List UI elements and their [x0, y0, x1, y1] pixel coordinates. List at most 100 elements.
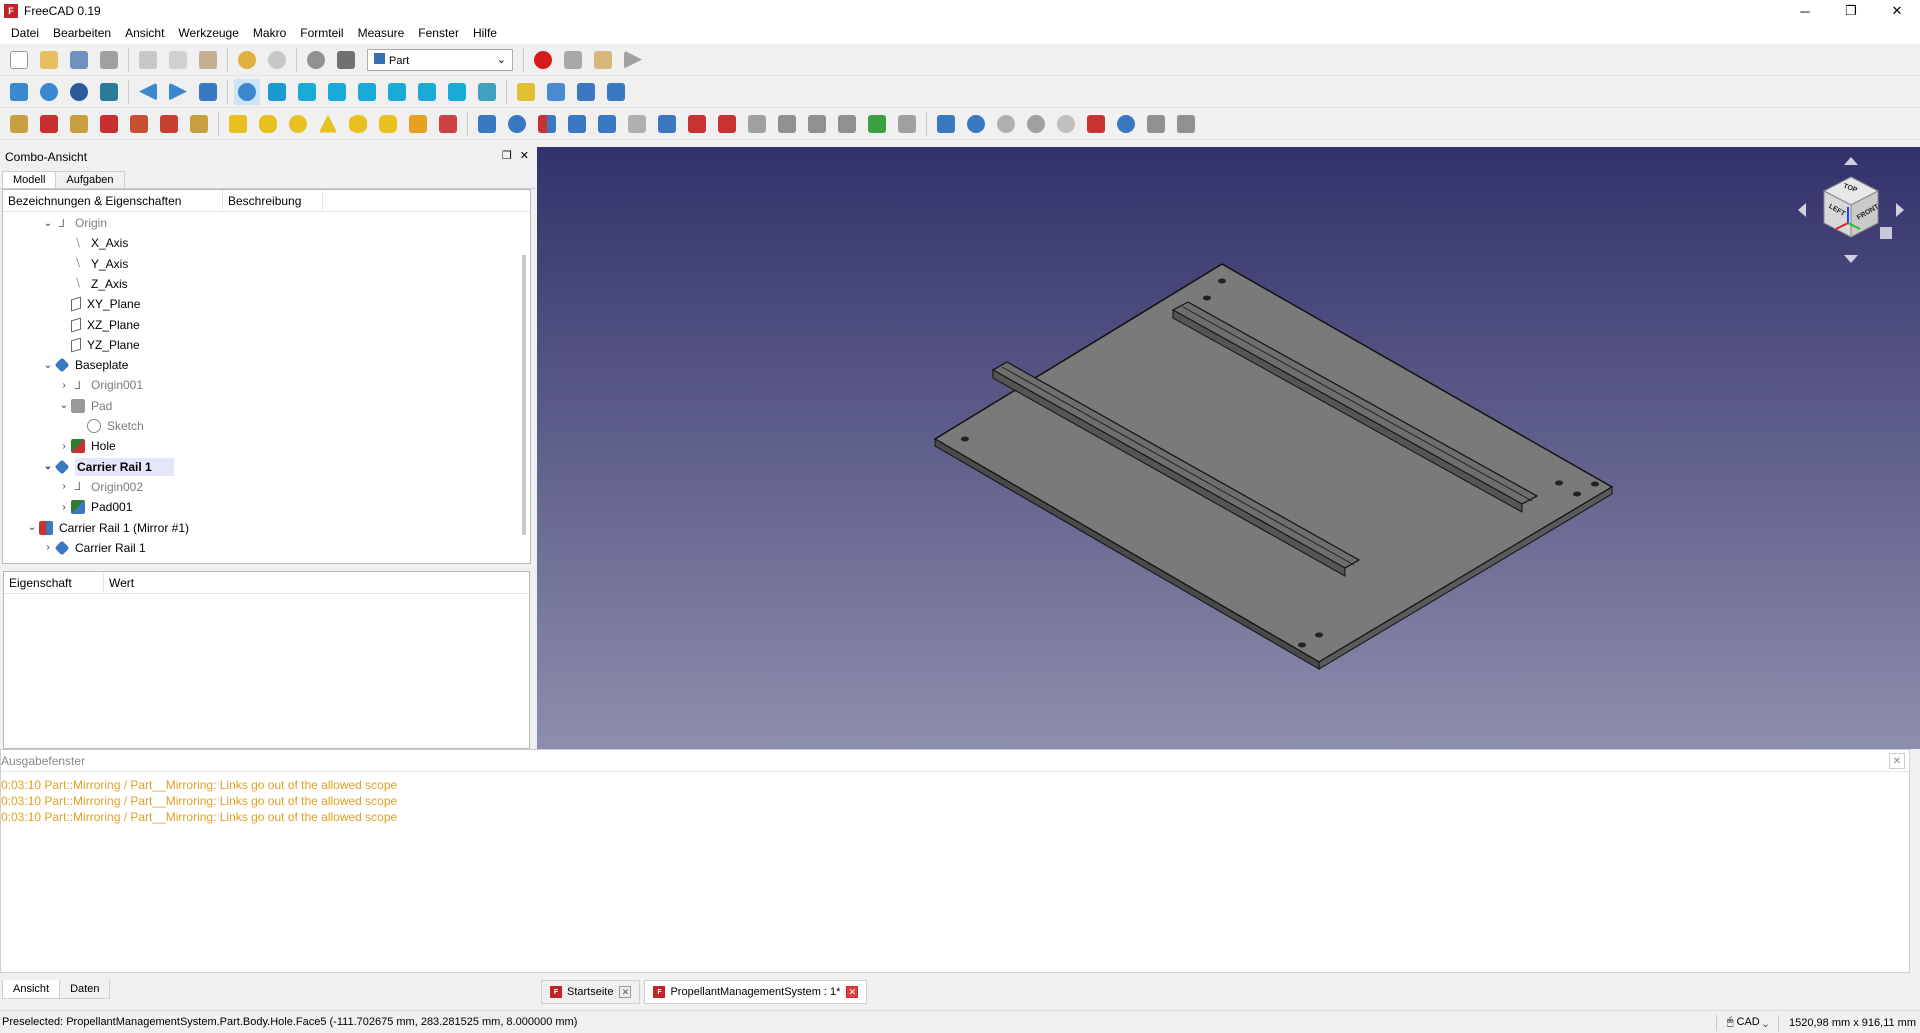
fit-all-icon[interactable]	[6, 79, 32, 105]
tree-item[interactable]: › ⅃ Origin002	[57, 477, 143, 497]
collapsed-arrow-icon[interactable]: ›	[41, 542, 55, 553]
close-panel-icon[interactable]: ✕	[520, 149, 529, 162]
3d-viewport[interactable]: TOP LEFT FRONT	[537, 147, 1920, 749]
chamfer-icon[interactable]	[594, 111, 620, 137]
tube-icon[interactable]	[375, 111, 401, 137]
draw-style-icon[interactable]	[66, 79, 92, 105]
projection-icon[interactable]	[864, 111, 890, 137]
tree-item[interactable]: XZ_Plane	[57, 315, 140, 335]
workbench-selector[interactable]: Part ⌄	[367, 48, 513, 71]
tree-item[interactable]: ⧹ Z_Axis	[57, 274, 128, 294]
tree-item[interactable]: ⌄ Pad	[57, 396, 112, 416]
cylinder-icon[interactable]	[255, 111, 281, 137]
tree-item[interactable]: YZ_Plane	[57, 335, 140, 355]
forward-arrow-icon[interactable]	[165, 79, 191, 105]
expanded-arrow-icon[interactable]: ⌄	[41, 461, 55, 472]
make-face-icon[interactable]	[624, 111, 650, 137]
menu-datei[interactable]: Datei	[4, 22, 46, 44]
run-macro-icon[interactable]	[620, 47, 646, 73]
tree-item[interactable]: ⧹ Y_Axis	[57, 254, 128, 274]
check-geometry-icon[interactable]	[1143, 111, 1169, 137]
toggle-delta-icon[interactable]	[186, 111, 212, 137]
whats-this-icon[interactable]	[333, 47, 359, 73]
refresh-icon[interactable]	[303, 47, 329, 73]
right-view-icon[interactable]	[354, 79, 380, 105]
doc-tab-propellant[interactable]: F PropellantManagementSystem : 1* ✕	[644, 980, 868, 1004]
collapsed-arrow-icon[interactable]: ›	[57, 502, 71, 513]
top-view-icon[interactable]	[324, 79, 350, 105]
tab-modell[interactable]: Modell	[2, 171, 57, 188]
tree-item[interactable]: › ⅃ Origin001	[57, 375, 143, 395]
boolean-icon[interactable]	[963, 111, 989, 137]
refine-icon[interactable]	[894, 111, 920, 137]
clear-all-icon[interactable]	[96, 111, 122, 137]
close-output-icon[interactable]: ✕	[1889, 753, 1905, 769]
undo-icon[interactable]	[234, 47, 260, 73]
expanded-arrow-icon[interactable]: ⌄	[41, 360, 55, 371]
measure-linear-icon[interactable]	[6, 111, 32, 137]
measure-angular-icon[interactable]	[36, 111, 62, 137]
box-icon[interactable]	[225, 111, 251, 137]
close-button[interactable]: ✕	[1874, 0, 1920, 22]
measure-refresh-icon[interactable]	[66, 111, 92, 137]
menu-measure[interactable]: Measure	[351, 22, 412, 44]
primitives-icon[interactable]	[405, 111, 431, 137]
join-features-icon[interactable]	[1083, 111, 1109, 137]
tree-item[interactable]: ⧹ X_Axis	[57, 233, 128, 253]
ruled-surface-icon[interactable]	[654, 111, 680, 137]
menu-werkzeuge[interactable]: Werkzeuge	[171, 22, 245, 44]
tab-daten[interactable]: Daten	[59, 980, 111, 999]
menu-ansicht[interactable]: Ansicht	[118, 22, 171, 44]
tab-ansicht[interactable]: Ansicht	[2, 980, 61, 999]
extrude-icon[interactable]	[474, 111, 500, 137]
create-group-icon[interactable]	[543, 79, 569, 105]
menu-makro[interactable]: Makro	[246, 22, 293, 44]
tree-item[interactable]: ⌄ Baseplate	[41, 355, 128, 375]
bottom-view-icon[interactable]	[414, 79, 440, 105]
close-tab-icon[interactable]: ✕	[846, 986, 859, 998]
tree-item[interactable]: › Hole	[57, 436, 116, 456]
cross-sections-icon[interactable]	[774, 111, 800, 137]
tree-item[interactable]: Sketch	[73, 416, 144, 436]
create-part-icon[interactable]	[513, 79, 539, 105]
navigation-style[interactable]: 🖱 CAD ⌄	[1727, 1016, 1768, 1029]
open-file-icon[interactable]	[36, 47, 62, 73]
link-actions-icon[interactable]	[603, 79, 629, 105]
shape-builder-icon[interactable]	[435, 111, 461, 137]
thickness-icon[interactable]	[834, 111, 860, 137]
cut-icon[interactable]	[135, 47, 161, 73]
isometric-view-icon[interactable]	[264, 79, 290, 105]
tab-aufgaben[interactable]: Aufgaben	[55, 171, 125, 188]
expanded-arrow-icon[interactable]: ⌄	[25, 522, 39, 533]
redo-icon[interactable]	[264, 47, 290, 73]
maximize-button[interactable]: ❐	[1828, 0, 1874, 22]
bounding-box-icon[interactable]	[96, 79, 122, 105]
make-link-icon[interactable]	[573, 79, 599, 105]
doc-tab-startseite[interactable]: F Startseite ✕	[541, 980, 641, 1004]
float-panel-icon[interactable]: ❐	[502, 149, 512, 162]
tree-item[interactable]: ⌄ Carrier Rail 1 (Mirror #1)	[25, 518, 189, 538]
minimize-button[interactable]: ─	[1782, 0, 1828, 22]
expanded-arrow-icon[interactable]: ⌄	[57, 400, 71, 411]
save-icon[interactable]	[66, 47, 92, 73]
rear-view-icon[interactable]	[384, 79, 410, 105]
split-tools-icon[interactable]	[1113, 111, 1139, 137]
menu-fenster[interactable]: Fenster	[411, 22, 466, 44]
property-header[interactable]: Eigenschaft	[4, 572, 104, 593]
fillet-icon[interactable]	[564, 111, 590, 137]
left-view-icon[interactable]	[444, 79, 470, 105]
tree-item[interactable]: XY_Plane	[57, 294, 140, 314]
tree-scrollbar[interactable]	[522, 255, 526, 535]
sweep-icon[interactable]	[714, 111, 740, 137]
toggle-3d-icon[interactable]	[156, 111, 182, 137]
value-header[interactable]: Wert	[104, 572, 139, 593]
close-tab-icon[interactable]: ✕	[619, 986, 632, 998]
collapsed-arrow-icon[interactable]: ›	[57, 380, 71, 391]
torus-icon[interactable]	[345, 111, 371, 137]
expanded-arrow-icon[interactable]: ⌄	[41, 218, 55, 229]
new-file-icon[interactable]	[6, 47, 32, 73]
copy-icon[interactable]	[165, 47, 191, 73]
menu-bearbeiten[interactable]: Bearbeiten	[46, 22, 118, 44]
fit-selection-icon[interactable]	[36, 79, 62, 105]
paste-icon[interactable]	[195, 47, 221, 73]
